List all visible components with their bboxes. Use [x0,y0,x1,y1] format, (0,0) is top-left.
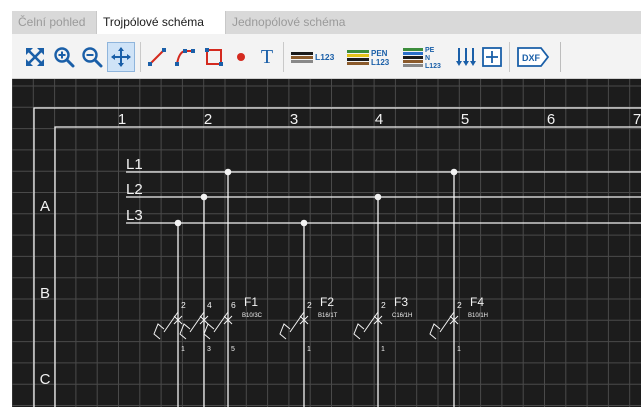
vertical-connections-icon [456,48,476,66]
insert-text-button[interactable]: T [255,42,279,72]
column-label: 7 [633,111,641,128]
terminal-number: 6 [231,300,236,310]
toolbar-separator [283,42,284,72]
column-label: 6 [547,111,555,128]
fit-to-screen-button[interactable] [22,42,48,72]
row-label: A [40,198,50,215]
tab-bar: Čelní pohled Trojpólové schéma Jednopólo… [0,0,641,34]
busbar-pe-n-button[interactable]: PE N L123 [400,42,452,72]
svg-text:PE: PE [425,47,435,54]
bus-label: L1 [126,156,143,173]
svg-text:DXF: DXF [522,53,541,63]
terminal-number: 2 [307,300,312,310]
zoom-in-button[interactable] [52,42,76,72]
zoom-out-icon [82,47,103,68]
toolbar-grip[interactable] [560,42,561,72]
column-label: 2 [204,111,212,128]
export-dxf-icon: DXF [517,47,550,67]
junction-dot [374,193,382,201]
tab-single-pole-schema[interactable]: Jednopólové schéma [226,11,352,34]
insert-box-button[interactable] [480,42,504,72]
column-label: 3 [290,111,298,128]
junction-dot [174,219,182,227]
breaker-name: F3 [394,295,408,309]
pan-button[interactable] [107,42,135,72]
column-label: 1 [118,111,126,128]
svg-text:N: N [425,55,430,62]
draw-rectangle-icon [205,48,223,66]
vertical-connections-button[interactable] [453,42,479,72]
terminal-number: 1 [181,346,185,353]
draw-point-button[interactable] [230,42,252,72]
junction-dot [224,168,232,176]
breaker-name: F4 [470,295,484,309]
terminal-number: 3 [207,346,211,353]
row-label: C [40,371,51,388]
busbar-pen-l123-icon: PEN L123 [347,49,390,67]
terminal-number: 2 [181,300,186,310]
zoom-in-icon [54,47,75,68]
tab-strip: Čelní pohled Trojpólové schéma Jednopólo… [12,11,641,34]
schematic-drawing[interactable]: 1 2 3 4 5 6 7 A B C L1 L2 L3 F1 B10/3C 2 4 6 1 3 5 F2 B16/1T 2 1… [12,79,641,407]
breaker-description: B10/3C [242,313,263,319]
bus-label: L3 [126,207,143,224]
pan-move-icon [111,47,131,67]
breaker-description: C16/1H [392,313,412,319]
column-label: 4 [375,111,383,128]
sheet-frame-outer [33,107,641,407]
draw-rectangle-button[interactable] [201,42,227,72]
terminal-number: 1 [307,346,311,353]
terminal-number: 2 [457,300,462,310]
svg-text:L123: L123 [425,63,441,70]
toolbar-separator [140,42,141,72]
row-label: B [40,285,50,302]
insert-box-icon [482,47,502,67]
junction-dot [300,219,308,227]
insert-text-icon: T [260,45,274,68]
breaker-name: F1 [244,295,258,309]
breaker-name: F2 [320,295,334,309]
breaker-description: B16/1T [318,313,338,319]
busbar-pen-button[interactable]: PEN L123 [344,42,398,72]
sheet-frame-inner [54,126,641,407]
draw-polyline-button[interactable] [172,42,198,72]
svg-text:L123: L123 [371,58,390,67]
busbar-l123-button[interactable]: L123 [288,42,342,72]
tab-three-pole-schema[interactable]: Trojpólové schéma [96,11,226,34]
terminal-number: 4 [207,300,212,310]
draw-polyline-icon [175,49,195,66]
busbar-l123-icon: L123 [291,52,335,63]
bus-label: L2 [126,181,143,198]
zoom-out-button[interactable] [80,42,104,72]
busbar-pe-n-l123-icon: PE N L123 [403,47,441,70]
terminal-number: 1 [381,346,385,353]
svg-text:L123: L123 [315,52,335,62]
column-label: 5 [461,111,469,128]
terminal-number: 2 [381,300,386,310]
terminal-number: 5 [231,346,235,353]
breaker-description: B10/1H [468,313,488,319]
junction-dot [450,168,458,176]
toolbar-separator [509,42,510,72]
tab-front-view[interactable]: Čelní pohled [12,11,96,34]
junction-dot [200,193,208,201]
drawing-toolbar: T L123 PEN L123 PE N L123 DXF [12,34,641,79]
svg-text:PEN: PEN [371,49,388,58]
draw-line-button[interactable] [145,42,169,72]
terminal-number: 1 [457,346,461,353]
fit-to-screen-icon [26,48,44,66]
draw-line-icon [148,48,166,66]
draw-point-icon [237,53,245,61]
drawing-canvas[interactable]: 1 2 3 4 5 6 7 A B C L1 L2 L3 F1 B10/3C 2 4 6 1 3 5 F2 B16/1T 2 1… [12,79,641,407]
export-dxf-button[interactable]: DXF [515,42,551,72]
